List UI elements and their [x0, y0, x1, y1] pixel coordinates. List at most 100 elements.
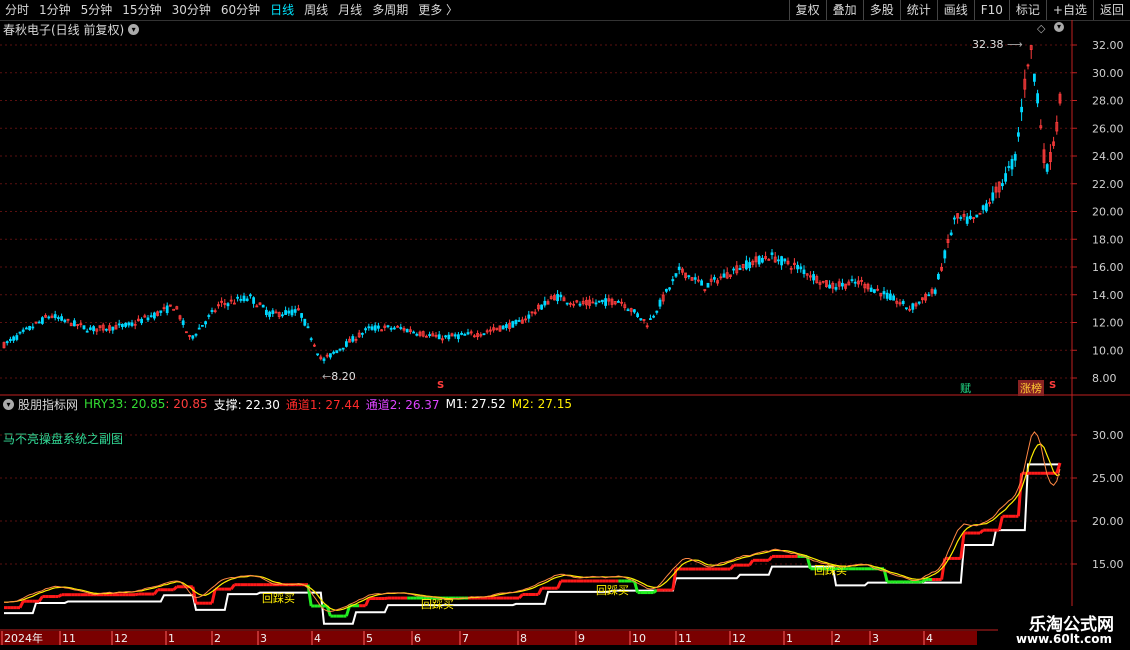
- candle-body: [306, 326, 310, 329]
- candle-body: [82, 325, 86, 330]
- candle-body: [389, 327, 393, 330]
- x-axis-label: 11: [62, 632, 76, 645]
- candle-body: [706, 282, 710, 288]
- candle-body: [399, 327, 403, 329]
- channel-segment: [556, 580, 563, 589]
- candle-body: [248, 294, 252, 297]
- buy-signal: 回踩买: [596, 584, 629, 597]
- y-tick-label: 25.00: [1092, 472, 1124, 485]
- candle-body: [85, 330, 89, 333]
- candle-body: [802, 269, 806, 275]
- candle-body: [748, 262, 751, 269]
- candle-body: [674, 273, 678, 277]
- x-axis-label: 1: [168, 632, 175, 645]
- candle-body: [165, 305, 169, 314]
- candle-body: [460, 332, 464, 335]
- candle-body: [626, 309, 630, 312]
- kline-chart[interactable]: 32.0030.0028.0026.0024.0022.0020.0018.00…: [0, 0, 1130, 650]
- arrow-right-icon: ⟶: [1003, 38, 1023, 51]
- candle-body: [617, 301, 620, 303]
- y-tick-label: 15.00: [1092, 558, 1124, 571]
- candle-body: [882, 291, 886, 295]
- candle-body: [236, 296, 240, 299]
- channel-segment: [134, 592, 139, 597]
- y-tick-label: 32.00: [1092, 39, 1124, 52]
- watermark-url: www.60lt.com: [1015, 632, 1112, 646]
- y-tick-label: 18.00: [1092, 233, 1124, 246]
- candle-body: [360, 332, 364, 335]
- candle-body: [392, 327, 396, 330]
- x-axis-band: [0, 631, 977, 645]
- candle-body: [412, 331, 416, 334]
- x-axis-label: 2: [214, 632, 221, 645]
- channel-segment: [767, 555, 774, 562]
- channel-segment: [172, 585, 178, 591]
- m2-line: [3, 443, 1061, 611]
- candle-body: [335, 350, 339, 354]
- candle-body: [671, 279, 675, 282]
- candle-body: [1010, 159, 1014, 170]
- x-axis-label: 6: [414, 632, 421, 645]
- candle-body: [204, 321, 208, 325]
- y-tick-label: 20.00: [1092, 515, 1124, 528]
- candle-body: [543, 300, 547, 306]
- candle-body: [677, 266, 681, 271]
- candle-body: [415, 333, 419, 336]
- y-tick-label: 30.00: [1092, 67, 1124, 80]
- candle-body: [693, 277, 697, 280]
- candle-body: [565, 302, 569, 305]
- candle-body: [53, 314, 57, 319]
- candle-body: [885, 292, 889, 299]
- candle-body: [959, 217, 963, 219]
- x-axis-label: 12: [114, 632, 128, 645]
- y-tick-label: 30.00: [1092, 429, 1124, 442]
- candle-body: [556, 294, 559, 302]
- candle-body: [47, 316, 51, 319]
- candle-body: [245, 298, 249, 301]
- candle-body: [197, 327, 201, 330]
- candle-body: [226, 303, 230, 307]
- candle-body: [1004, 173, 1007, 182]
- candle-body: [1017, 132, 1020, 137]
- settings-dot-icon[interactable]: ▾: [1054, 22, 1064, 32]
- candle-body: [200, 324, 204, 327]
- x-axis-label: 7: [462, 632, 469, 645]
- candle-body: [1013, 154, 1017, 161]
- candle-body: [328, 353, 332, 358]
- candle-body: [652, 315, 655, 318]
- m1-line: [3, 431, 1061, 612]
- candle-body: [463, 333, 467, 336]
- candle-body: [57, 317, 60, 319]
- candle-body: [268, 311, 272, 317]
- candle-body: [540, 304, 543, 310]
- candle-body: [159, 310, 163, 313]
- candle-body: [927, 294, 931, 297]
- candle-body: [514, 320, 518, 325]
- candle-body: [965, 216, 969, 224]
- candle-body: [140, 318, 144, 324]
- candle-body: [117, 323, 121, 326]
- candle-body: [761, 257, 764, 263]
- x-axis-label: 4: [926, 632, 933, 645]
- candle-body: [901, 300, 905, 305]
- channel-segment: [229, 583, 236, 590]
- candle-body: [780, 256, 783, 266]
- y-tick-label: 8.00: [1092, 372, 1117, 385]
- candle-body: [799, 266, 803, 270]
- x-axis-label: 9: [578, 632, 585, 645]
- candle-body: [28, 326, 32, 331]
- candle-body: [41, 317, 44, 324]
- candle-body: [364, 328, 368, 331]
- x-axis-label: 3: [872, 632, 879, 645]
- candle-body: [911, 303, 915, 310]
- candle-body: [636, 313, 639, 318]
- buy-signal: 回踩买: [421, 598, 454, 611]
- candle-body: [869, 287, 873, 292]
- x-axis-label: 10: [632, 632, 646, 645]
- channel-segment: [978, 529, 985, 535]
- candle-body: [405, 328, 409, 333]
- channel-segment: [997, 515, 1004, 531]
- diamond-icon[interactable]: ◇: [1037, 22, 1045, 35]
- candle-body: [655, 310, 659, 313]
- badge-fu: 赋: [960, 382, 971, 395]
